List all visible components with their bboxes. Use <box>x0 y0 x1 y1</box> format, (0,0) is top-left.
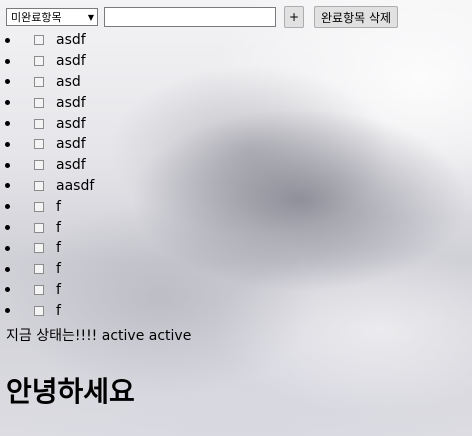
bullet-icon <box>5 37 10 43</box>
bullet-icon <box>5 204 10 210</box>
todo-label: f <box>56 302 61 319</box>
todo-checkbox[interactable] <box>34 222 44 233</box>
todo-label: asdf <box>56 53 86 70</box>
todo-checkbox[interactable] <box>34 160 44 171</box>
bullet-icon <box>5 308 10 314</box>
bullet-icon <box>5 245 10 251</box>
todo-label: f <box>56 198 61 215</box>
todo-checkbox[interactable] <box>34 35 44 46</box>
bullet-icon <box>5 58 10 64</box>
filter-selected-value: 미완료항목 <box>11 11 62 24</box>
todo-label: aasdf <box>56 177 95 194</box>
todo-label: f <box>56 240 61 257</box>
todo-label: asdf <box>56 94 86 111</box>
todo-checkbox[interactable] <box>34 243 44 254</box>
todo-checkbox[interactable] <box>34 201 44 212</box>
todo-label: f <box>56 281 61 298</box>
todo-label: asdf <box>56 136 86 153</box>
bullet-icon <box>5 100 10 106</box>
todo-label: asdf <box>56 32 86 49</box>
todo-checkbox[interactable] <box>34 56 44 67</box>
filter-select[interactable]: 미완료항목 ▼ <box>6 8 98 26</box>
todo-checkbox[interactable] <box>34 76 44 87</box>
add-button[interactable]: + <box>284 6 304 28</box>
todo-input[interactable] <box>104 7 276 27</box>
todo-checkbox[interactable] <box>34 284 44 295</box>
todo-checkbox[interactable] <box>34 97 44 108</box>
bullet-icon <box>5 79 10 85</box>
bullet-icon <box>5 266 10 272</box>
bullet-icon <box>5 183 10 189</box>
todo-label: asd <box>56 73 81 90</box>
bullet-icon <box>5 121 10 127</box>
delete-completed-button[interactable]: 완료항목 삭제 <box>314 6 399 28</box>
bullet-icon <box>5 225 10 231</box>
status-text: 지금 상태는!!!! active active <box>6 328 192 344</box>
todo-label: f <box>56 219 61 236</box>
todo-label: asdf <box>56 115 86 132</box>
todo-checkbox[interactable] <box>34 305 44 316</box>
bullet-icon <box>5 162 10 168</box>
bullet-icon <box>5 287 10 293</box>
todo-checkbox[interactable] <box>34 118 44 129</box>
todo-checkbox[interactable] <box>34 180 44 191</box>
toolbar: 미완료항목 ▼ + 완료항목 삭제 <box>6 6 399 28</box>
greeting-heading: 안녕하세요 <box>6 375 135 408</box>
todo-label: f <box>56 261 61 278</box>
todo-label: asdf <box>56 157 86 174</box>
todo-checkbox[interactable] <box>34 139 44 150</box>
triangle-down-icon: ▼ <box>87 12 94 22</box>
bullet-icon <box>5 141 10 147</box>
todo-checkbox[interactable] <box>34 264 44 275</box>
